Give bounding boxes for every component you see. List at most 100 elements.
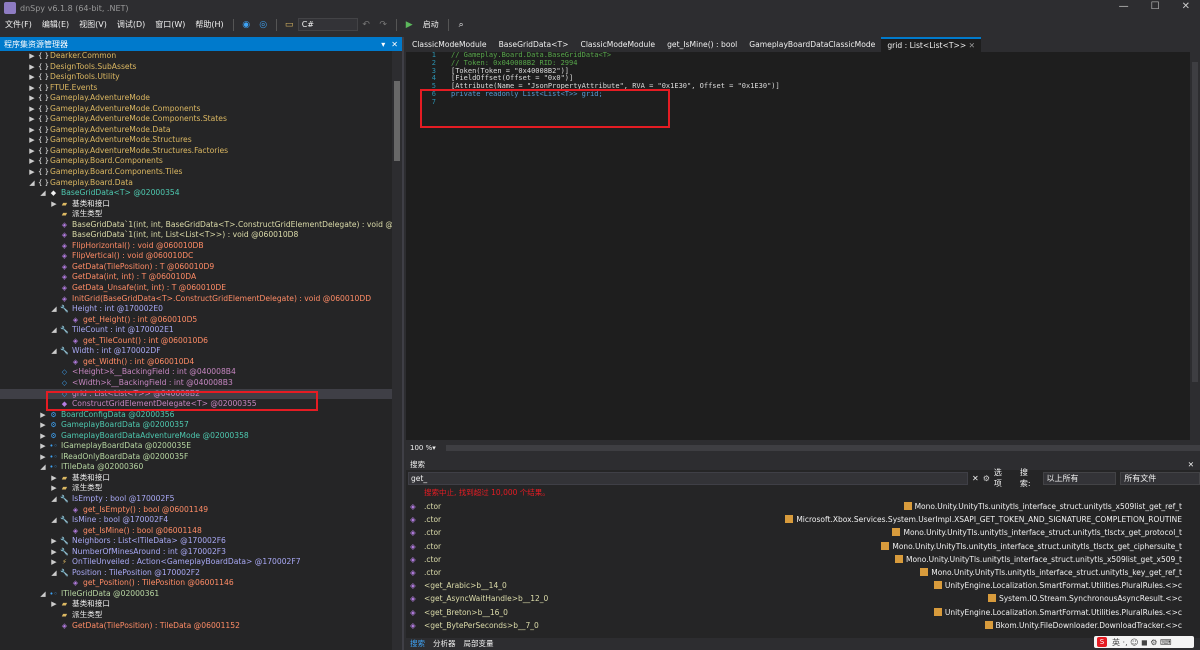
bottom-tab[interactable]: 搜索 xyxy=(410,638,425,650)
tree-item[interactable]: ▶{ } DesignTools.SubAssets xyxy=(0,62,392,73)
menu-debug[interactable]: 调试(D) xyxy=(112,19,150,30)
document-tab[interactable]: ClassicModeModule xyxy=(406,37,493,52)
expand-icon[interactable]: ▶ xyxy=(39,420,47,431)
tree-item[interactable]: ▶{ } Gameplay.Board.Components.Tiles xyxy=(0,167,392,178)
tree-item[interactable]: ▶ 🔧 NumberOfMinesAround : int @170002F3 xyxy=(0,547,392,558)
tree-item[interactable]: ◢ •◦ ITileGridData @02000361 xyxy=(0,589,392,600)
tree-item[interactable]: ▶ •◦ IGameplayBoardData @0200035E xyxy=(0,441,392,452)
minimize-icon[interactable]: — xyxy=(1119,1,1129,12)
tree-item[interactable]: ▶ ▰ 派生类型 xyxy=(0,483,392,494)
tree-item[interactable]: ◈ InitGrid(BaseGridData<T>.ConstructGridE… xyxy=(0,294,392,305)
expand-icon[interactable]: ▶ xyxy=(28,156,36,167)
search-result-row[interactable]: ◈ .ctor Mono.Unity.UnityTls.unitytls_inter… xyxy=(406,526,1200,539)
search-input[interactable]: get_ xyxy=(408,471,969,485)
redo-icon[interactable]: ↷ xyxy=(377,18,390,31)
collapse-icon[interactable]: ◢ xyxy=(50,304,58,315)
close-icon[interactable]: ✕ xyxy=(391,40,398,49)
close-icon[interactable]: ✕ xyxy=(1182,1,1190,12)
zoom-level[interactable]: 100 % xyxy=(410,444,432,452)
expand-icon[interactable]: ▶ xyxy=(28,114,36,125)
tree-item[interactable]: ◇ <Width>k__BackingField : int @040008B3 xyxy=(0,378,392,389)
options-icon[interactable]: ⚙ xyxy=(983,474,990,483)
tree-item[interactable]: ◈ BaseGridData`1(int, int, BaseGridData<T… xyxy=(0,220,392,231)
close-icon[interactable]: ✕ xyxy=(1188,460,1200,469)
menu-help[interactable]: 帮助(H) xyxy=(190,19,228,30)
document-tab[interactable]: BaseGridData<T> xyxy=(493,37,575,52)
tree-item[interactable]: ▶{ } Gameplay.AdventureMode.Data xyxy=(0,125,392,136)
tree-item[interactable]: ◈ get_IsEmpty() : bool @06001149 xyxy=(0,505,392,516)
forward-icon[interactable]: ◎ xyxy=(257,18,270,31)
tree-item[interactable]: ▶ ⚡ OnTileUnveiled : Action<GameplayBoardD… xyxy=(0,557,392,568)
document-tab[interactable]: grid : List<List<T>> ✕ xyxy=(881,37,982,52)
search-result-row[interactable]: ◈ <get_Arabic>b__14_0 UnityEngine.Localiza… xyxy=(406,579,1200,592)
search-result-row[interactable]: ◈ .ctor Mono.Unity.UnityTls.unitytls_inter… xyxy=(406,553,1200,566)
scrollbar-thumb[interactable] xyxy=(394,81,400,161)
menu-window[interactable]: 窗口(W) xyxy=(150,19,190,30)
expand-icon[interactable]: ▶ xyxy=(28,135,36,146)
search-clear-icon[interactable]: ✕ xyxy=(972,474,979,483)
tree-item[interactable]: ▶ ⚙ BoardConfigData @02000356 xyxy=(0,410,392,421)
expand-icon[interactable]: ▶ xyxy=(39,452,47,463)
tree-item[interactable]: ◇ <Height>k__BackingField : int @040008B4 xyxy=(0,367,392,378)
expand-icon[interactable]: ▶ xyxy=(50,199,58,210)
tree-item[interactable]: ◈ GetData(TilePosition) : T @060010D9 xyxy=(0,262,392,273)
assembly-tree[interactable]: ▶{ } Dearker.Common ▶{ } DesignTools.SubAss… xyxy=(0,51,392,650)
start-icon[interactable]: ▶ xyxy=(403,18,416,31)
document-tab[interactable]: ClassicModeModule xyxy=(575,37,662,52)
tree-item[interactable]: ▰ 派生类型 xyxy=(0,209,392,220)
menu-view[interactable]: 视图(V) xyxy=(74,19,112,30)
search-result-row[interactable]: ◈ .ctor Microsoft.Xbox.Services.System.Use… xyxy=(406,513,1200,526)
expand-icon[interactable]: ▶ xyxy=(39,431,47,442)
tree-scrollbar[interactable] xyxy=(392,51,402,650)
expand-icon[interactable]: ▶ xyxy=(28,62,36,73)
tree-item[interactable]: ◈ get_Width() : int @060010D4 xyxy=(0,357,392,368)
expand-icon[interactable]: ▶ xyxy=(50,473,58,484)
tree-item[interactable]: ▶{ } DesignTools.Utility xyxy=(0,72,392,83)
tree-item[interactable]: ◢ 🔧 Width : int @170002DF xyxy=(0,346,392,357)
bottom-tab[interactable]: 分析器 xyxy=(433,638,456,650)
collapse-icon[interactable]: ◢ xyxy=(50,568,58,579)
zoom-dropdown-icon[interactable]: ▾ xyxy=(432,444,436,452)
expand-icon[interactable]: ▶ xyxy=(28,125,36,136)
tree-item[interactable]: ◈ GetData(TilePosition) : TileData @06001… xyxy=(0,621,392,632)
tab-close-icon[interactable]: ✕ xyxy=(966,41,975,50)
tree-item[interactable]: ◢{ } Gameplay.Board.Data xyxy=(0,178,392,189)
expand-icon[interactable]: ▶ xyxy=(50,536,58,547)
tree-item[interactable]: ◢ 🔧 Height : int @170002E0 xyxy=(0,304,392,315)
tree-item[interactable]: ◢ ◆ BaseGridData<T> @02000354 xyxy=(0,188,392,199)
expand-icon[interactable]: ▶ xyxy=(28,146,36,157)
search-result-row[interactable]: ◈ <get_Breton>b__16_0 UnityEngine.Localiza… xyxy=(406,606,1200,619)
tree-item[interactable]: ▰ 派生类型 xyxy=(0,610,392,621)
collapse-icon[interactable]: ◢ xyxy=(39,589,47,600)
expand-icon[interactable]: ▶ xyxy=(50,599,58,610)
options-label[interactable]: 选项 xyxy=(994,467,1010,489)
undo-icon[interactable]: ↶ xyxy=(360,18,373,31)
collapse-icon[interactable]: ◢ xyxy=(50,494,58,505)
tree-item[interactable]: ▶{ } Gameplay.AdventureMode.Components xyxy=(0,104,392,115)
search-result-row[interactable]: ◈ .ctor Mono.Unity.UnityTls.unitytls_inter… xyxy=(406,540,1200,553)
tree-item[interactable]: ▶{ } Gameplay.Board.Components xyxy=(0,156,392,167)
tree-item[interactable]: ◢ 🔧 Position : TilePosition @170002F2 xyxy=(0,568,392,579)
tree-item[interactable]: ▶{ } Gameplay.AdventureMode.Structures xyxy=(0,135,392,146)
tree-item[interactable]: ◢ 🔧 TileCount : int @170002E1 xyxy=(0,325,392,336)
expand-icon[interactable]: ▶ xyxy=(50,547,58,558)
tree-item[interactable]: ◈ GetData_Unsafe(int, int) : T @060010DE xyxy=(0,283,392,294)
expand-icon[interactable]: ▶ xyxy=(28,72,36,83)
expand-icon[interactable]: ▶ xyxy=(50,557,58,568)
expand-icon[interactable]: ▶ xyxy=(28,93,36,104)
editor-scrollbar[interactable] xyxy=(1190,52,1200,440)
scrollbar-thumb[interactable] xyxy=(1192,62,1198,382)
menu-file[interactable]: 文件(F) xyxy=(0,19,37,30)
document-tab[interactable]: get_IsMine() : bool xyxy=(661,37,743,52)
search-scope-select[interactable]: 以上所有 xyxy=(1042,471,1117,485)
document-tab[interactable]: GameplayBoardDataClassicMode xyxy=(743,37,881,52)
tree-item[interactable]: ▶{ } Dearker.Common xyxy=(0,51,392,62)
tree-item[interactable]: ◈ BaseGridData`1(int, int, List<List<T>>)… xyxy=(0,230,392,241)
tree-item[interactable]: ▶{ } Gameplay.AdventureMode xyxy=(0,93,392,104)
tree-item[interactable]: ◈ get_TileCount() : int @060010D6 xyxy=(0,336,392,347)
tree-item[interactable]: ▶ 🔧 Neighbors : List<ITileData> @170002F6 xyxy=(0,536,392,547)
bottom-tab[interactable]: 局部变量 xyxy=(464,638,494,650)
horizontal-scrollbar[interactable] xyxy=(445,445,1200,451)
tree-item[interactable]: ▶ ▰ 基类和接口 xyxy=(0,599,392,610)
tree-item[interactable]: ◈ FlipVertical() : void @060010DC xyxy=(0,251,392,262)
